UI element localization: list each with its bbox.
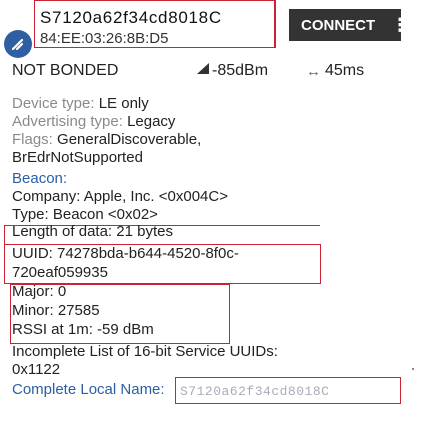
beacon-minor: Minor: 27585 [12, 302, 100, 319]
flags-value: GeneralDiscoverable, [57, 131, 202, 148]
interval-value: 45ms [325, 62, 365, 79]
beacon-uuid-line1: UUID: 74278bda-b644-4520-8f0c- [12, 245, 239, 262]
beacon-rssi-1m: RSSI at 1m: -59 dBm [12, 321, 154, 338]
local-name-label: Complete Local Name: [12, 381, 165, 398]
advertising-type-line: Advertising type: Legacy [12, 113, 175, 130]
connect-button[interactable]: CONNECT ⋮ [289, 9, 409, 41]
beacon-uuid-line2: 720eaf059935 [12, 264, 108, 281]
beacon-company: Company: Apple, Inc. <0x004C> [12, 188, 228, 205]
beacon-type: Type: Beacon <0x02> [12, 206, 158, 223]
rssi-value: -85dBm [212, 62, 269, 79]
device-type-label: Device type: [12, 95, 95, 112]
interval-readout: ↔ 45ms [306, 62, 364, 80]
rssi-readout: -85dBm [196, 62, 268, 80]
service-uuids-label: Incomplete List of 16-bit Service UUIDs: [12, 343, 278, 360]
flags-value-continued: BrEdrNotSupported [12, 149, 143, 166]
beacon-major: Major: 0 [12, 283, 67, 300]
connect-button-label: CONNECT [301, 16, 376, 34]
device-mac-address: 84:EE:03:26:8B:D5 [40, 30, 169, 47]
flags-line: Flags: GeneralDiscoverable, [12, 131, 201, 148]
bluetooth-device-icon [4, 30, 32, 58]
dot-marker [412, 368, 414, 370]
device-type-value: LE only [98, 95, 149, 112]
service-uuids-value: 0x1122 [12, 361, 61, 378]
device-name: S7120a62f34cd8018C [40, 8, 222, 27]
advertising-type-label: Advertising type: [12, 113, 123, 130]
arrows-icon: ↔ [306, 62, 321, 80]
beacon-length: Length of data: 21 bytes [12, 223, 173, 240]
advertising-type-value: Legacy [127, 113, 176, 130]
bond-state: NOT BONDED [12, 62, 119, 79]
device-type-line: Device type: LE only [12, 95, 149, 112]
signal-icon [196, 62, 210, 80]
flags-label: Flags: [12, 131, 53, 148]
local-name-value: S7120a62f34cd8018C [180, 384, 330, 399]
vertical-dots-icon[interactable]: ⋮ [391, 16, 409, 34]
beacon-label: Beacon: [12, 170, 68, 187]
